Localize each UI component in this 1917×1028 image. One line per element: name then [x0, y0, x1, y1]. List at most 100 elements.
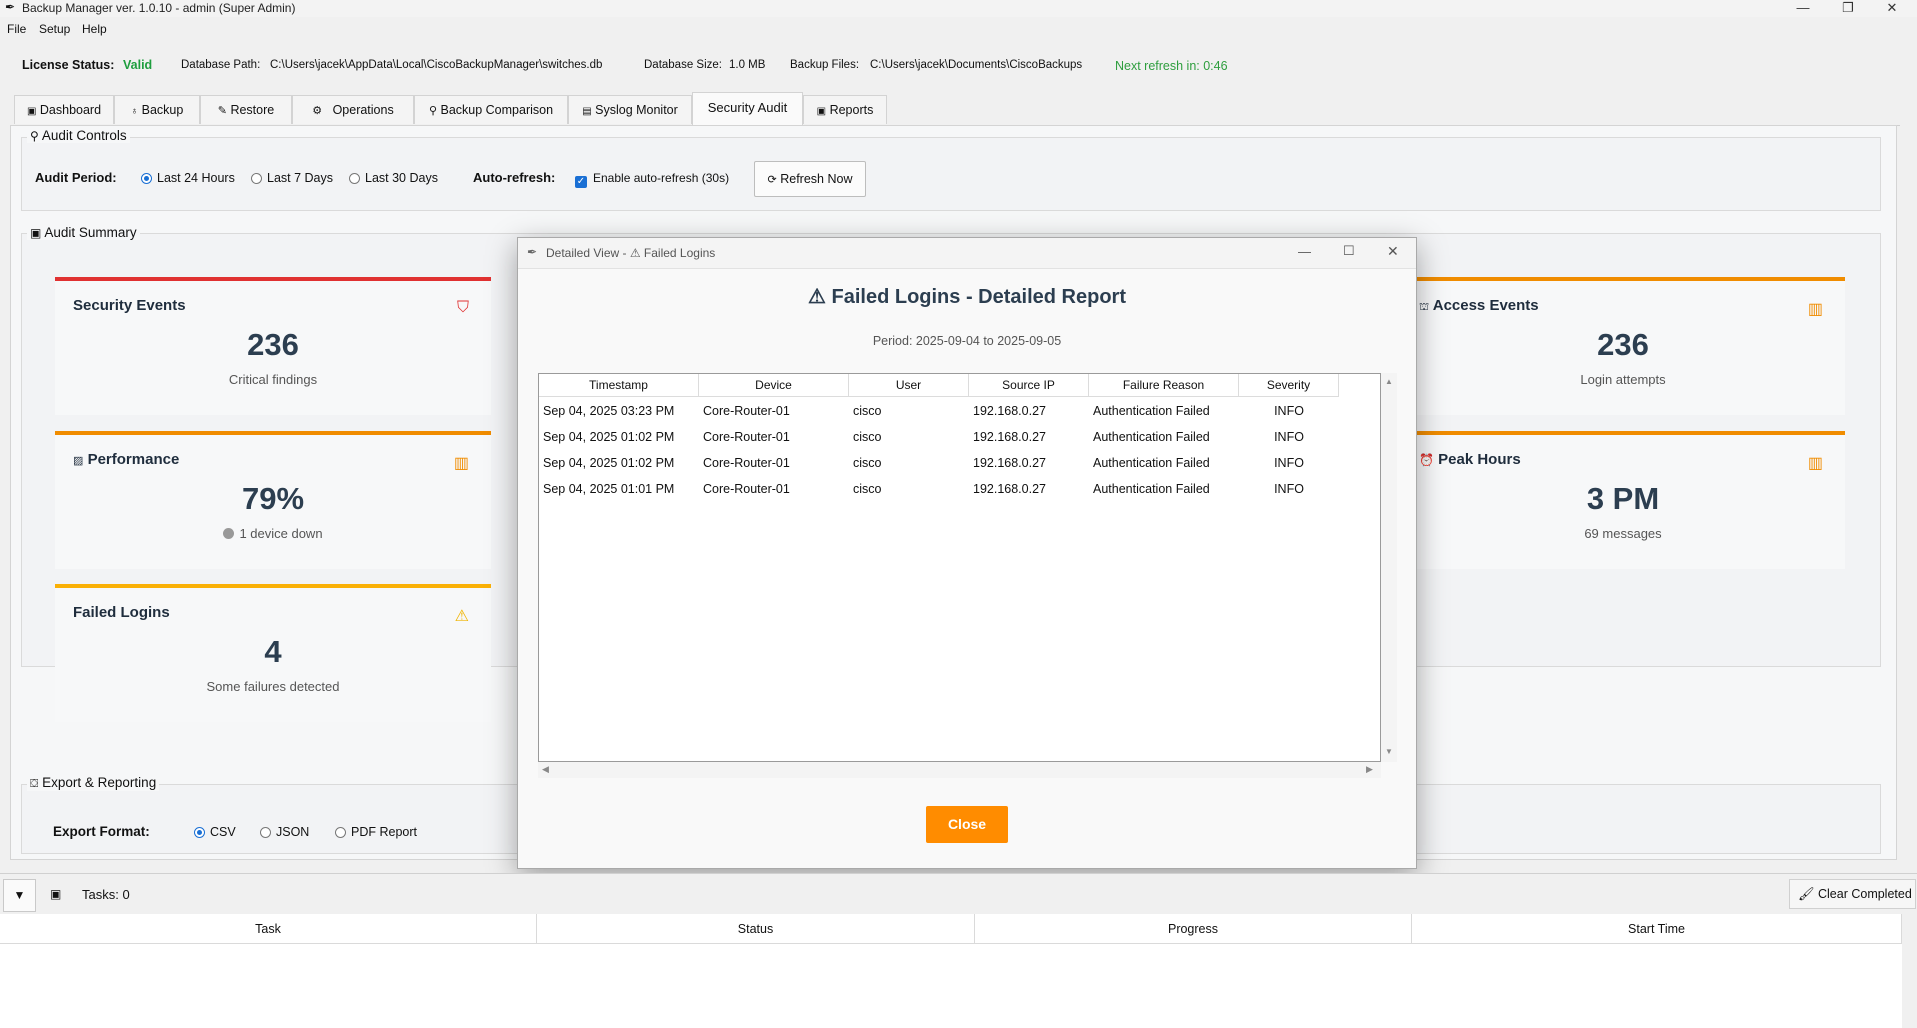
close-window-button[interactable]: ✕	[1870, 0, 1914, 16]
warning-icon: ⚠	[454, 608, 469, 625]
auto-refresh-label: Auto-refresh:	[473, 170, 556, 185]
period-24h-radio[interactable]: Last 24 Hours	[141, 171, 235, 185]
format-pdf-radio[interactable]: PDF Report	[335, 825, 417, 839]
format-csv-radio[interactable]: CSV	[194, 825, 236, 839]
license-status-value: Valid	[123, 58, 153, 72]
dialog-close-x-button[interactable]: ✕	[1387, 243, 1399, 260]
tab-backup[interactable]: ♁ Backup	[114, 95, 200, 124]
table-cell: Sep 04, 2025 03:23 PM	[543, 404, 675, 418]
tab-syslog-monitor[interactable]: ▤ Syslog Monitor	[568, 95, 692, 124]
tab-backup-comparison[interactable]: ⚲ Backup Comparison	[414, 95, 568, 124]
period-30d-radio[interactable]: Last 30 Days	[349, 171, 438, 185]
bar-chart-icon: ▥	[1807, 455, 1823, 472]
table-cell: Core-Router-01	[703, 430, 790, 444]
report-period: Period: 2025-09-04 to 2025-09-05	[872, 334, 1062, 348]
access-events-card[interactable]: ⛫ Access Events ▥ 236 Login attempts	[1401, 277, 1845, 415]
scroll-right-arrow-icon[interactable]: ▶	[1366, 764, 1373, 775]
table-cell: Authentication Failed	[1093, 482, 1210, 496]
column-header-device[interactable]: Device	[699, 374, 849, 397]
menu-help[interactable]: Help	[82, 22, 107, 36]
refresh-icon: ⟳	[767, 174, 777, 186]
performance-card[interactable]: ▨ Performance ▥ 79% 1 device down	[55, 431, 491, 569]
close-button[interactable]: Close	[926, 806, 1008, 843]
vertical-scrollbar[interactable]: ▲ ▼	[1381, 373, 1397, 762]
table-cell: INFO	[1274, 456, 1304, 470]
table-cell: Sep 04, 2025 01:01 PM	[543, 482, 675, 496]
card-value: 236	[1597, 327, 1649, 362]
card-subtitle: 1 device down	[55, 526, 491, 541]
collapse-toggle-button[interactable]: ▼	[3, 879, 36, 912]
table-cell: cisco	[853, 482, 882, 496]
dialog-minimize-button[interactable]: —	[1298, 244, 1311, 259]
export-icon: ⛋	[30, 778, 39, 790]
column-header-timestamp[interactable]: Timestamp	[539, 374, 699, 397]
menu-setup[interactable]: Setup	[39, 22, 70, 36]
tab-operations[interactable]: ⚙ Operations	[292, 95, 414, 124]
tab-restore[interactable]: ✎ Restore	[200, 95, 292, 124]
scroll-up-arrow-icon[interactable]: ▲	[1385, 377, 1393, 386]
gear-icon: ⚙	[312, 105, 323, 117]
maximize-button[interactable]: ❐	[1826, 0, 1870, 16]
task-list-icon: ▣	[50, 887, 62, 901]
minimize-button[interactable]: —	[1781, 0, 1825, 15]
audit-controls-title: ⚲ Audit Controls	[27, 128, 130, 143]
backup-files-label: Backup Files:	[790, 59, 860, 71]
lock-icon: ⛫	[1419, 301, 1430, 313]
audit-period-label: Audit Period:	[35, 170, 117, 185]
card-subtitle: Login attempts	[1580, 372, 1666, 387]
scroll-down-arrow-icon[interactable]: ▼	[1385, 747, 1393, 756]
task-scrollbar[interactable]	[1902, 914, 1917, 1028]
menu-file[interactable]: File	[7, 22, 26, 36]
window-title: Backup Manager ver. 1.0.10 - admin (Supe…	[22, 1, 296, 15]
clipboard-icon: ▣	[26, 106, 37, 117]
license-status-label: License Status:	[22, 58, 115, 72]
card-value: 79%	[241, 481, 305, 516]
broom-icon: 🖌	[1798, 886, 1815, 901]
peak-hours-card[interactable]: ⏰ Peak Hours ▥ 3 PM 69 messages	[1401, 431, 1845, 569]
failed-logins-table[interactable]: Timestamp Device User Source IP Failure …	[538, 373, 1381, 762]
table-cell: Core-Router-01	[703, 456, 790, 470]
tab-security-audit[interactable]: Security Audit	[692, 92, 803, 125]
column-header-task[interactable]: Task	[0, 914, 537, 944]
warning-icon: ⚠	[808, 286, 826, 308]
tab-dashboard[interactable]: ▣ Dashboard	[14, 95, 114, 124]
search-icon: ⚲	[30, 129, 39, 143]
clear-completed-button[interactable]: 🖌 Clear Completed	[1789, 879, 1916, 909]
column-header-status[interactable]: Status	[537, 914, 975, 944]
column-header-user[interactable]: User	[849, 374, 969, 397]
scroll-left-arrow-icon[interactable]: ◀	[542, 764, 549, 775]
column-header-failure-reason[interactable]: Failure Reason	[1089, 374, 1239, 397]
task-list[interactable]	[0, 944, 1902, 1028]
card-value: 236	[247, 327, 299, 362]
table-cell: Authentication Failed	[1093, 430, 1210, 444]
db-path-value: C:\Users\jacek\AppData\Local\CiscoBackup…	[270, 59, 603, 71]
report-heading: ⚠ Failed Logins - Detailed Report	[808, 286, 1126, 308]
failed-logins-card[interactable]: Failed Logins ⚠ 4 Some failures detected	[55, 584, 491, 722]
db-size-label: Database Size:	[644, 59, 722, 71]
clipboard-icon: ▣	[30, 226, 42, 240]
backup-files-value: C:\Users\jacek\Documents\CiscoBackups	[870, 59, 1083, 71]
format-json-radio[interactable]: JSON	[260, 825, 309, 839]
period-7d-radio[interactable]: Last 7 Days	[251, 171, 333, 185]
dialog-maximize-button[interactable]: ☐	[1343, 243, 1355, 259]
column-header-source-ip[interactable]: Source IP	[969, 374, 1089, 397]
table-cell: cisco	[853, 404, 882, 418]
table-cell: Authentication Failed	[1093, 404, 1210, 418]
db-path-label: Database Path:	[181, 59, 261, 71]
refresh-now-button[interactable]: ⟳ Refresh Now	[754, 161, 866, 197]
tab-reports[interactable]: ▣ Reports	[803, 95, 887, 124]
column-header-start-time[interactable]: Start Time	[1412, 914, 1902, 944]
card-value: 3 PM	[1586, 481, 1660, 516]
horizontal-scrollbar[interactable]: ◀ ▶	[538, 762, 1381, 778]
table-cell: Authentication Failed	[1093, 456, 1210, 470]
table-cell: Core-Router-01	[703, 404, 790, 418]
export-format-label: Export Format:	[53, 824, 150, 839]
security-events-card[interactable]: Security Events ⛉ 236 Critical findings	[55, 277, 491, 415]
column-header-severity[interactable]: Severity	[1239, 374, 1339, 397]
failed-logins-dialog: ✒ Detailed View - ⚠ Failed Logins — ☐ ✕ …	[517, 237, 1417, 869]
table-cell: INFO	[1274, 404, 1304, 418]
card-value: 4	[264, 634, 282, 669]
column-header-progress[interactable]: Progress	[975, 914, 1412, 944]
auto-refresh-checkbox[interactable]: ✓ Enable auto-refresh (30s)	[575, 171, 729, 188]
table-cell: 192.168.0.27	[973, 404, 1046, 418]
